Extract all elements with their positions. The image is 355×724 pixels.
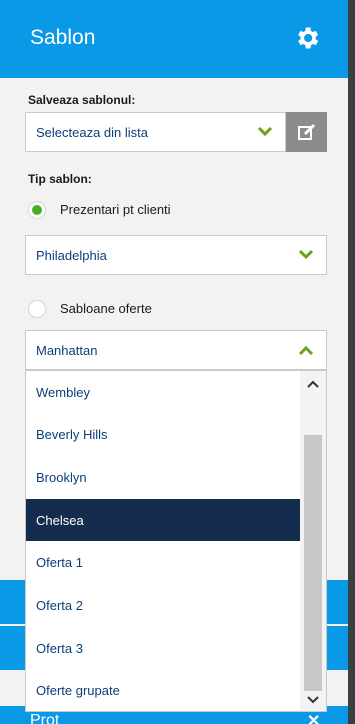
gear-icon[interactable] xyxy=(293,24,321,52)
dropdown-option-oferta-3[interactable]: Oferta 3 xyxy=(26,627,300,669)
save-template-label: Salveaza sablonul: xyxy=(28,93,136,107)
radio-prezentari-label: Prezentari pt clienti xyxy=(60,202,171,217)
panel-title: Sablon xyxy=(30,26,96,49)
radio-sabloane-oferte[interactable]: Sabloane oferte xyxy=(28,298,278,318)
dropdown-option-oferte-grupate[interactable]: Oferte grupate xyxy=(26,669,300,711)
dropdown-option-beverly-hills[interactable]: Beverly Hills xyxy=(26,413,300,455)
scrollbar-thumb[interactable] xyxy=(304,435,322,691)
radio-sabloane-oferte-label: Sabloane oferte xyxy=(60,301,152,316)
edit-template-button[interactable] xyxy=(286,112,327,152)
save-template-select-value: Selecteaza din lista xyxy=(36,125,149,140)
clients-template-select[interactable]: Philadelphia xyxy=(25,235,327,275)
dropdown-option-oferta-2[interactable]: Oferta 2 xyxy=(26,584,300,626)
right-edge-strip xyxy=(348,0,355,724)
chevron-down-icon xyxy=(298,249,314,260)
save-template-select[interactable]: Selecteaza din lista xyxy=(25,112,286,152)
scroll-down-icon[interactable] xyxy=(306,695,320,705)
scroll-up-icon[interactable] xyxy=(306,379,320,389)
close-icon[interactable]: ✕ xyxy=(307,711,320,724)
chevron-down-icon xyxy=(257,126,273,137)
dropdown-option-wembley[interactable]: Wembley xyxy=(26,371,300,413)
offers-template-select[interactable]: Manhattan xyxy=(25,330,327,370)
radio-indicator-checked[interactable] xyxy=(28,201,46,219)
template-type-label: Tip sablon: xyxy=(28,172,92,186)
section-prot-label: Prot xyxy=(30,712,60,724)
panel-header: Sablon xyxy=(0,0,348,78)
clients-template-select-value: Philadelphia xyxy=(36,248,107,263)
dropdown-option-brooklyn[interactable]: Brooklyn xyxy=(26,456,300,498)
offers-dropdown-list[interactable]: Wembley Beverly Hills Brooklyn Chelsea O… xyxy=(25,370,327,712)
dropdown-option-chelsea[interactable]: Chelsea xyxy=(26,499,300,541)
edit-icon xyxy=(298,123,316,140)
offers-template-select-value: Manhattan xyxy=(36,343,98,358)
radio-prezentari[interactable]: Prezentari pt clienti xyxy=(28,199,278,219)
radio-indicator-unchecked[interactable] xyxy=(28,300,46,318)
dropdown-scrollbar[interactable] xyxy=(300,371,326,711)
dropdown-option-oferta-1[interactable]: Oferta 1 xyxy=(26,541,300,583)
chevron-up-icon xyxy=(298,345,314,356)
